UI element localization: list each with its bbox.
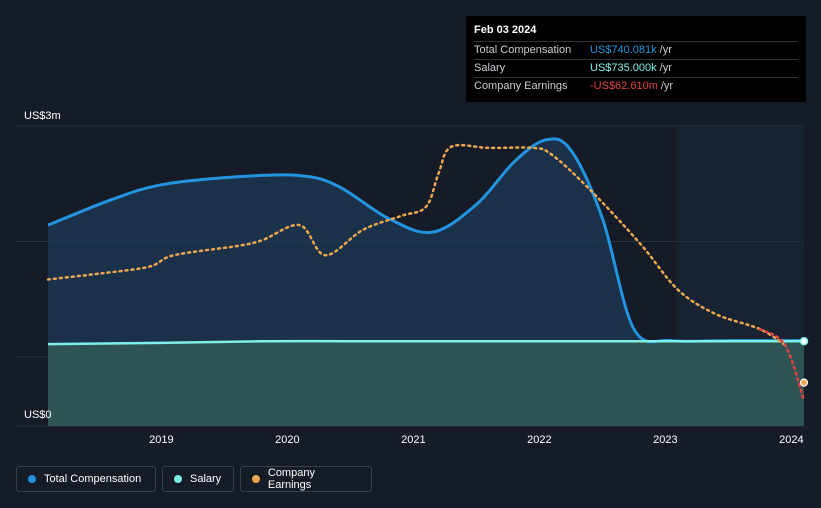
tooltip-label: Company Earnings (474, 80, 568, 92)
legend-item-salary[interactable]: Salary (162, 466, 234, 492)
tooltip-row-salary: Salary US$735.000k /yr (474, 59, 798, 77)
x-axis-ticks: 2019 2020 2021 2022 2023 2024 (149, 434, 803, 446)
x-tick-label: 2023 (653, 434, 677, 446)
y-axis-top-label: US$3m (24, 110, 61, 122)
x-tick-label: 2019 (149, 434, 173, 446)
legend-dot-icon (174, 475, 182, 483)
chart-legend: Total Compensation Salary Company Earnin… (16, 466, 372, 492)
legend-label: Total Compensation (44, 473, 142, 485)
salary-end-marker (799, 336, 809, 346)
hover-tooltip: Feb 03 2024 Total Compensation US$740.08… (466, 16, 806, 102)
tooltip-label: Salary (474, 62, 506, 74)
tooltip-row-company-earnings: Company Earnings -US$62.610m /yr (474, 77, 798, 95)
tooltip-date: Feb 03 2024 (474, 24, 537, 36)
tooltip-row-total-compensation: Total Compensation US$740.081k /yr (474, 41, 798, 59)
y-axis-bottom-label: US$0 (24, 409, 52, 421)
tooltip-value: -US$62.610m (590, 80, 658, 92)
legend-dot-icon (252, 475, 260, 483)
tooltip-unit: /yr (659, 62, 672, 74)
x-tick-label: 2020 (275, 434, 299, 446)
legend-item-total-compensation[interactable]: Total Compensation (16, 466, 156, 492)
tooltip-label: Total Compensation (474, 44, 572, 56)
tooltip-unit: /yr (660, 80, 674, 92)
company-earnings-end-marker (799, 378, 809, 387)
legend-label: Company Earnings (267, 467, 315, 491)
tooltip-value: US$735.000k (590, 62, 657, 74)
salary-area (48, 341, 804, 426)
tooltip-unit: /yr (659, 44, 672, 56)
legend-item-company-earnings[interactable]: Company Earnings (240, 466, 372, 492)
x-tick-label: 2021 (401, 434, 425, 446)
legend-label: Salary (190, 473, 222, 485)
x-tick-label: 2022 (527, 434, 551, 446)
tooltip-value: US$740.081k (590, 44, 657, 56)
x-tick-label: 2024 (779, 434, 803, 446)
legend-dot-icon (28, 475, 36, 483)
